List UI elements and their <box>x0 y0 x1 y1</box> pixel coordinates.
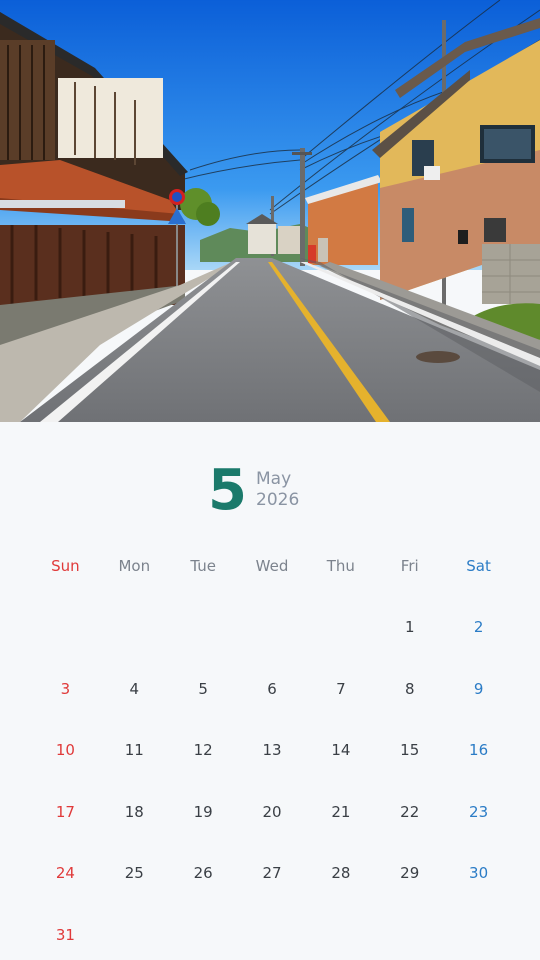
calendar-panel: 5 May 2026 Sun Mon Tue Wed Thu Fri Sat 1… <box>0 422 540 960</box>
day-cell <box>100 612 169 674</box>
month-name: May <box>256 469 292 489</box>
day-cell: 11 <box>124 741 144 759</box>
day-cell: 4 <box>129 679 140 698</box>
day-cell <box>306 920 375 960</box>
day-cell <box>444 920 513 960</box>
day-cell: 30 <box>469 864 489 882</box>
day-cell: 31 <box>55 925 75 944</box>
weekday-sun: Sun <box>51 557 80 575</box>
week-row: 24 25 26 27 28 29 30 <box>31 858 513 920</box>
day-cell: 2 <box>473 618 484 636</box>
weekday-wed: Wed <box>255 557 289 575</box>
day-cell: 23 <box>469 802 489 821</box>
day-cell: 25 <box>124 864 144 882</box>
week-row: 3 4 5 6 7 8 9 <box>31 674 513 736</box>
day-cell: 15 <box>400 741 420 759</box>
street-photo <box>0 0 540 422</box>
day-cell <box>100 920 169 960</box>
day-cell: 18 <box>124 802 144 821</box>
date-grid: 1 2 3 4 5 6 7 8 9 10 11 12 13 14 15 16 1… <box>31 612 513 960</box>
day-cell <box>169 612 238 674</box>
day-cell: 1 <box>404 618 415 636</box>
day-cell: 22 <box>400 802 420 821</box>
day-cell <box>238 920 307 960</box>
year-label: 2026 <box>256 490 300 510</box>
day-cell: 28 <box>331 864 351 882</box>
day-cell: 5 <box>198 679 208 698</box>
day-cell <box>306 612 375 674</box>
day-cell <box>375 920 444 960</box>
day-cell: 26 <box>193 864 213 882</box>
weekday-header-row: Sun Mon Tue Wed Thu Fri Sat <box>31 555 513 577</box>
day-cell: 16 <box>469 741 489 759</box>
day-cell <box>169 920 238 960</box>
month-number: 5 <box>208 458 247 523</box>
day-cell: 8 <box>404 679 415 698</box>
week-row: 10 11 12 13 14 15 16 <box>31 735 513 797</box>
day-cell: 17 <box>55 802 75 821</box>
day-cell <box>31 612 100 674</box>
weekday-tue: Tue <box>190 557 216 575</box>
day-cell: 6 <box>267 679 277 698</box>
day-cell: 7 <box>336 679 346 698</box>
day-cell: 24 <box>55 864 75 882</box>
day-cell: 10 <box>55 741 75 759</box>
day-cell <box>238 612 307 674</box>
day-cell: 14 <box>331 741 351 759</box>
week-row: 31 <box>31 920 513 960</box>
day-cell: 12 <box>193 741 213 759</box>
day-cell: 20 <box>262 802 282 821</box>
month-header: 5 May 2026 <box>0 458 540 523</box>
weekday-thu: Thu <box>326 557 355 575</box>
day-cell: 21 <box>331 802 351 821</box>
day-cell: 19 <box>193 802 213 821</box>
weekday-mon: Mon <box>118 557 151 575</box>
day-cell: 9 <box>473 679 484 698</box>
week-row: 1 2 <box>31 612 513 674</box>
calendar-page: 5 May 2026 Sun Mon Tue Wed Thu Fri Sat 1… <box>0 0 540 960</box>
weekday-fri: Fri <box>400 557 419 575</box>
weekday-sat: Sat <box>466 557 491 575</box>
day-cell: 29 <box>400 864 420 882</box>
day-cell: 3 <box>60 679 71 698</box>
day-cell: 27 <box>262 864 282 882</box>
day-cell: 13 <box>262 741 282 759</box>
week-row: 17 18 19 20 21 22 23 <box>31 797 513 859</box>
